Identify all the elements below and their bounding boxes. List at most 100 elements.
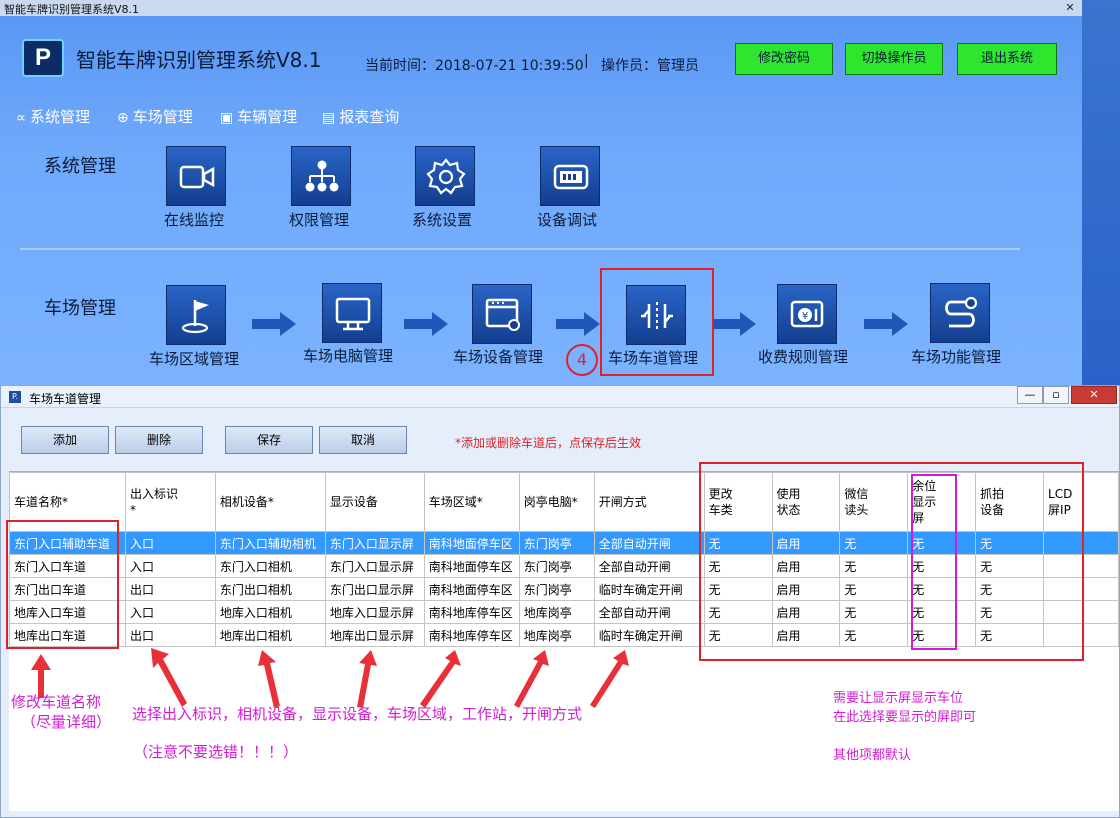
- table-cell[interactable]: 东门入口相机: [214, 554, 326, 578]
- arrow-right-icon: [712, 312, 756, 336]
- lane-name-highlight: [6, 520, 119, 649]
- table-cell[interactable]: 东门出口相机: [214, 577, 326, 601]
- table-cell[interactable]: 临时车确定开闸: [593, 577, 705, 601]
- table-cell[interactable]: 南科地库停车区: [423, 600, 520, 624]
- parking-device-tile[interactable]: [472, 284, 532, 344]
- menu-label: 车场管理: [132, 108, 193, 126]
- select-note: 选择出入标识，相机设备，显示设备，车场区域，工作站，开闸方式: [132, 705, 583, 723]
- gear-icon: [426, 158, 466, 195]
- minimize-icon[interactable]: —: [1017, 386, 1043, 404]
- table-cell[interactable]: 入口: [124, 554, 216, 578]
- tile-label: 权限管理: [289, 211, 350, 229]
- system-section-title: 系统管理: [44, 156, 116, 177]
- step-number-badge: 4: [566, 344, 598, 376]
- device-debug-tile[interactable]: [540, 146, 600, 206]
- column-header[interactable]: 开闸方式: [593, 472, 705, 532]
- current-operator: 操作员：管理员: [601, 58, 699, 74]
- table-cell[interactable]: 东门岗亭: [518, 554, 595, 578]
- video-camera-icon: [179, 165, 215, 189]
- table-cell[interactable]: 地库入口相机: [214, 600, 326, 624]
- table-cell[interactable]: 全部自动开闸: [593, 600, 705, 624]
- table-cell[interactable]: 全部自动开闸: [593, 554, 705, 578]
- car-icon: ▣: [220, 110, 234, 126]
- tile-label: 车场功能管理: [911, 348, 1002, 366]
- org-chart-icon: [305, 160, 339, 192]
- rename-note-detail: （尽量详细）: [21, 713, 112, 731]
- column-header[interactable]: 岗亭电脑*: [518, 472, 595, 532]
- app-logo: P: [22, 39, 64, 77]
- function-gear-icon: [945, 296, 978, 328]
- table-cell[interactable]: 地库岗亭: [518, 623, 595, 647]
- table-cell[interactable]: 南科地面停车区: [423, 554, 520, 578]
- delete-button[interactable]: 删除: [115, 426, 203, 454]
- parking-function-tile[interactable]: [930, 283, 990, 343]
- annotation-arrow-icon: [357, 650, 377, 708]
- system-settings-tile[interactable]: [415, 146, 475, 206]
- table-cell[interactable]: 入口: [124, 600, 216, 624]
- arrow-right-icon: [864, 312, 908, 336]
- table-cell[interactable]: 出口: [124, 623, 216, 647]
- restore-icon[interactable]: ▫: [1043, 386, 1069, 404]
- save-button[interactable]: 保存: [225, 426, 313, 454]
- change-password-button[interactable]: 修改密码: [735, 43, 833, 75]
- table-cell[interactable]: 东门岗亭: [518, 577, 595, 601]
- monitor-icon: [335, 297, 371, 331]
- column-header-label: 开闸方式: [598, 495, 647, 509]
- yuan-card-icon: ¥: [790, 300, 824, 328]
- main-window: 智能车牌识别管理系统V8.1 ✕ P 智能车牌识别管理系统V8.1 当前时间：2…: [0, 0, 1082, 386]
- table-cell[interactable]: 入口: [124, 531, 216, 555]
- menu-system[interactable]: ∝ 系统管理: [16, 106, 90, 127]
- cancel-button[interactable]: 取消: [319, 426, 407, 454]
- column-header[interactable]: 显示设备: [324, 472, 425, 532]
- table-cell[interactable]: 地库岗亭: [518, 600, 595, 624]
- remaining-display-highlight: [911, 474, 957, 650]
- table-cell[interactable]: 地库入口显示屏: [324, 600, 425, 624]
- table-cell[interactable]: 地库出口显示屏: [324, 623, 425, 647]
- save-hint: *添加或删除车道后，点保存后生效: [455, 436, 642, 450]
- tile-label: 设备调试: [537, 211, 598, 229]
- exit-system-button[interactable]: 退出系统: [957, 43, 1057, 75]
- menu-report[interactable]: ▤ 报表查询: [322, 106, 399, 127]
- menu-label: 车辆管理: [237, 108, 298, 126]
- report-icon: ▤: [322, 110, 336, 126]
- parking-area-tile[interactable]: [166, 285, 226, 345]
- display-note-detail: 在此选择要显示的屏即可: [833, 710, 977, 725]
- online-monitor-tile[interactable]: [166, 146, 226, 206]
- table-cell[interactable]: 南科地面停车区: [423, 577, 520, 601]
- display-note: 需要让显示屏显示车位: [833, 691, 964, 706]
- table-cell[interactable]: 东门岗亭: [518, 531, 595, 555]
- table-cell[interactable]: 临时车确定开闸: [593, 623, 705, 647]
- menu-vehicle[interactable]: ▣ 车辆管理: [220, 106, 297, 127]
- table-cell[interactable]: 全部自动开闸: [593, 531, 705, 555]
- switch-operator-button[interactable]: 切换操作员: [845, 43, 943, 75]
- arrow-right-icon: [556, 312, 600, 336]
- section-divider: [20, 248, 1020, 250]
- table-cell[interactable]: 东门入口显示屏: [324, 554, 425, 578]
- menu-parking[interactable]: ⊕ 车场管理: [117, 106, 193, 127]
- fee-rule-tile[interactable]: ¥: [777, 284, 837, 344]
- table-cell[interactable]: 东门出口显示屏: [324, 577, 425, 601]
- column-header[interactable]: 出入标识 *: [124, 472, 216, 532]
- svg-text:¥: ¥: [802, 311, 808, 322]
- annotation-arrow-icon: [514, 650, 549, 708]
- table-cell[interactable]: 南科地库停车区: [423, 623, 520, 647]
- table-cell[interactable]: 东门入口显示屏: [324, 531, 425, 555]
- column-header-label: 车道名称*: [14, 495, 69, 509]
- window-close-icon[interactable]: ✕: [1058, 0, 1082, 16]
- permission-tile[interactable]: [291, 146, 351, 206]
- table-cell[interactable]: 出口: [124, 577, 216, 601]
- table-cell[interactable]: 南科地面停车区: [423, 531, 520, 555]
- dialog-titlebar: P. 车场车道管理 — ▫ ✕: [1, 386, 1119, 408]
- parking-pc-tile[interactable]: [322, 283, 382, 343]
- current-time: 当前时间：2018-07-21 10:39:50: [365, 58, 584, 74]
- flag-location-icon: [181, 300, 209, 334]
- column-header-label: 显示设备: [329, 495, 378, 509]
- desktop-background: [1082, 0, 1120, 386]
- table-cell[interactable]: 地库出口相机: [214, 623, 326, 647]
- column-header[interactable]: 相机设备*: [214, 472, 326, 532]
- dialog-app-icon: P.: [9, 391, 21, 403]
- close-icon[interactable]: ✕: [1071, 386, 1117, 404]
- add-button[interactable]: 添加: [21, 426, 109, 454]
- table-cell[interactable]: 东门入口辅助相机: [214, 531, 326, 555]
- column-header[interactable]: 车场区域*: [423, 472, 520, 532]
